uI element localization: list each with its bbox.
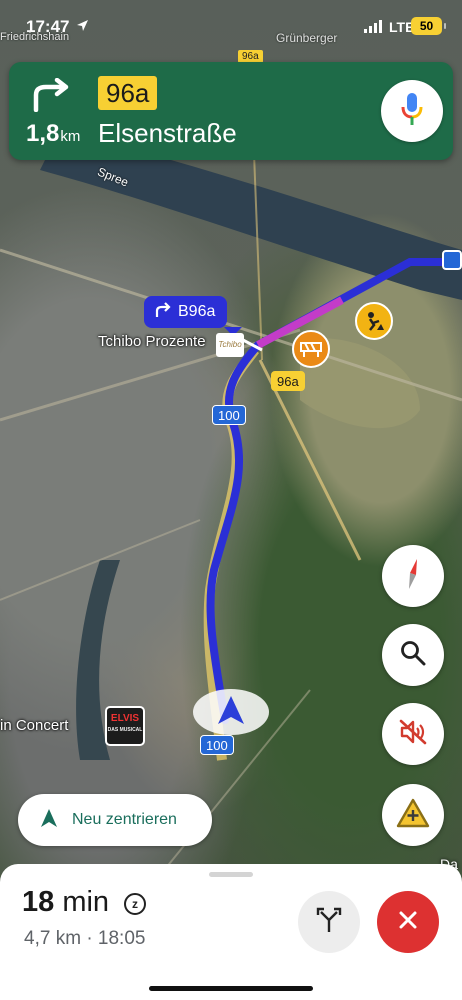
- detail-separator: ·: [86, 928, 93, 949]
- battery-indicator: 50: [411, 17, 446, 35]
- alternate-routes-button[interactable]: [298, 891, 360, 953]
- distance-unit: km: [60, 128, 81, 145]
- turn-right-arrow-icon: [31, 77, 71, 117]
- close-icon: [398, 910, 418, 935]
- exit-navigation-button[interactable]: [377, 891, 439, 953]
- route-number-sign: 96a: [98, 76, 158, 110]
- location-arrow-icon: [76, 19, 89, 37]
- elvis-logo-text: ELVIS: [110, 713, 140, 724]
- status-bar: 17:47 LTE 50: [0, 0, 462, 54]
- voice-search-button[interactable]: [381, 80, 443, 142]
- mute-button[interactable]: [382, 703, 444, 765]
- navigation-banner[interactable]: 1,8km 96a Elsenstraße: [9, 62, 453, 160]
- tchibo-logo[interactable]: Tchibo: [216, 333, 244, 357]
- turn-right-arrow-icon: [154, 301, 172, 323]
- search-button[interactable]: [382, 624, 444, 686]
- distance-value: 1,8: [26, 120, 60, 147]
- current-position-puck: [193, 689, 269, 735]
- map-label-gruenberger: Grünberger: [276, 31, 338, 45]
- alternate-routes-icon: [316, 907, 342, 938]
- navigation-arrow-icon: [40, 808, 58, 833]
- trip-summary-sheet[interactable]: 18 min z 4,7 km · 18:05: [0, 864, 462, 1000]
- sound-muted-icon: [399, 719, 427, 750]
- report-incident-icon: [396, 798, 430, 833]
- microphone-icon: [401, 92, 423, 131]
- poi-label-concert[interactable]: in Concert: [0, 717, 68, 734]
- trip-details: 4,7 km · 18:05: [24, 928, 145, 950]
- compass-icon: [403, 557, 423, 596]
- navigation-arrow-icon: [217, 695, 245, 730]
- recenter-button[interactable]: Neu zentrieren: [18, 794, 212, 846]
- turn-callout[interactable]: B96a: [144, 296, 243, 336]
- poi-label-tchibo[interactable]: Tchibo Prozente: [98, 333, 206, 350]
- arrival-time: 18:05: [97, 928, 146, 949]
- road-closure-icon[interactable]: [292, 330, 330, 368]
- search-icon: [400, 640, 426, 671]
- duration-unit: min: [62, 886, 110, 918]
- destination-marker[interactable]: [442, 250, 462, 270]
- next-street-name: Elsenstraße: [98, 118, 237, 148]
- home-indicator[interactable]: [149, 986, 313, 991]
- report-incident-button[interactable]: [382, 784, 444, 846]
- sheet-drag-handle[interactable]: [209, 872, 253, 877]
- trip-duration: 18 min: [22, 886, 109, 919]
- roadwork-icon[interactable]: [355, 302, 393, 340]
- recenter-label: Neu zentrieren: [72, 811, 177, 828]
- elvis-logo-subtext: DAS MUSICAL: [107, 727, 143, 733]
- compass-button[interactable]: [382, 545, 444, 607]
- remaining-distance: 4,7 km: [24, 928, 82, 949]
- elvis-musical-logo[interactable]: ELVIS DAS MUSICAL: [105, 706, 145, 746]
- road-sign-a100-lower: 100: [200, 735, 234, 755]
- duration-value: 18: [22, 886, 55, 918]
- road-sign-96a: 96a: [271, 371, 305, 391]
- turn-callout-label: B96a: [178, 303, 216, 320]
- distance-to-turn: 1,8km: [26, 120, 80, 148]
- map-label-friedrichshain: Friedrichshain: [0, 31, 70, 43]
- road-sign-a100-upper: 100: [212, 405, 246, 425]
- sleep-mode-icon: z: [124, 893, 146, 915]
- cellular-signal-icon: [364, 20, 384, 38]
